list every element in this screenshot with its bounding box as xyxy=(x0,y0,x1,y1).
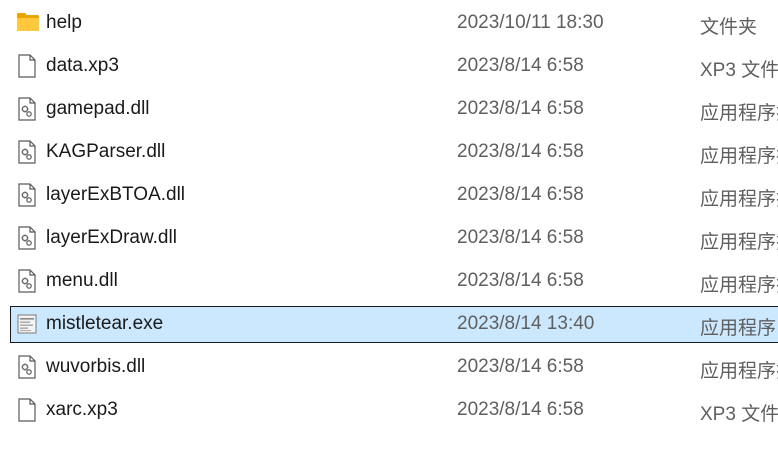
date-modified: 2023/8/14 13:40 xyxy=(457,313,595,334)
file-type: 应用程序扩展 xyxy=(700,232,778,253)
file-name[interactable]: xarc.xp3 xyxy=(46,399,118,421)
file-name[interactable]: wuvorbis.dll xyxy=(46,356,145,378)
date-modified: 2023/8/14 6:58 xyxy=(457,98,584,119)
file-type: 应用程序扩展 xyxy=(700,275,778,296)
date-modified: 2023/8/14 6:58 xyxy=(457,227,584,248)
dll-icon xyxy=(16,269,38,293)
folder-icon xyxy=(16,11,39,35)
file-type: 应用程序扩展 xyxy=(700,189,778,210)
file-row[interactable]: KAGParser.dll 2023/8/14 6:58 应用程序扩展 xyxy=(0,134,778,177)
dll-icon xyxy=(16,97,38,121)
file-row[interactable]: help 2023/10/11 18:30 文件夹 xyxy=(0,5,778,48)
date-modified: 2023/8/14 6:58 xyxy=(457,184,584,205)
file-type: XP3 文件 xyxy=(700,404,778,425)
file-row[interactable]: gamepad.dll 2023/8/14 6:58 应用程序扩展 xyxy=(0,91,778,134)
file-name[interactable]: menu.dll xyxy=(46,270,118,292)
file-icon xyxy=(16,398,38,422)
file-row[interactable]: layerExDraw.dll 2023/8/14 6:58 应用程序扩展 xyxy=(0,220,778,263)
date-modified: 2023/8/14 6:58 xyxy=(457,141,584,162)
dll-icon xyxy=(16,355,38,379)
file-row[interactable]: wuvorbis.dll 2023/8/14 6:58 应用程序扩展 xyxy=(0,349,778,392)
file-name[interactable]: layerExBTOA.dll xyxy=(46,184,185,206)
dll-icon xyxy=(16,140,38,164)
file-name[interactable]: data.xp3 xyxy=(46,55,119,77)
file-name[interactable]: gamepad.dll xyxy=(46,98,150,120)
exe-icon xyxy=(16,312,38,336)
dll-icon xyxy=(16,226,38,250)
date-modified: 2023/8/14 6:58 xyxy=(457,356,584,377)
date-modified: 2023/8/14 6:58 xyxy=(457,55,584,76)
file-icon xyxy=(16,54,38,78)
file-row[interactable]: xarc.xp3 2023/8/14 6:58 XP3 文件 xyxy=(0,392,778,435)
file-type: 应用程序扩展 xyxy=(700,361,778,382)
file-name[interactable]: mistletear.exe xyxy=(46,313,163,335)
file-name[interactable]: KAGParser.dll xyxy=(46,141,165,163)
file-row[interactable]: layerExBTOA.dll 2023/8/14 6:58 应用程序扩展 xyxy=(0,177,778,220)
date-modified: 2023/10/11 18:30 xyxy=(457,12,604,33)
file-row[interactable]: mistletear.exe 2023/8/14 13:40 应用程序 xyxy=(0,306,778,349)
file-type: 文件夹 xyxy=(700,17,758,38)
file-type: 应用程序扩展 xyxy=(700,103,778,124)
file-name[interactable]: layerExDraw.dll xyxy=(46,227,177,249)
file-row[interactable]: menu.dll 2023/8/14 6:58 应用程序扩展 xyxy=(0,263,778,306)
file-row[interactable]: data.xp3 2023/8/14 6:58 XP3 文件 xyxy=(0,48,778,91)
file-type: 应用程序 xyxy=(700,318,777,339)
file-name[interactable]: help xyxy=(46,12,82,34)
date-modified: 2023/8/14 6:58 xyxy=(457,399,584,420)
file-type: XP3 文件 xyxy=(700,60,778,81)
date-modified: 2023/8/14 6:58 xyxy=(457,270,584,291)
dll-icon xyxy=(16,183,38,207)
file-type: 应用程序扩展 xyxy=(700,146,778,167)
file-list: help 2023/10/11 18:30 文件夹 data.xp3 2023/8/14… xyxy=(0,0,778,466)
